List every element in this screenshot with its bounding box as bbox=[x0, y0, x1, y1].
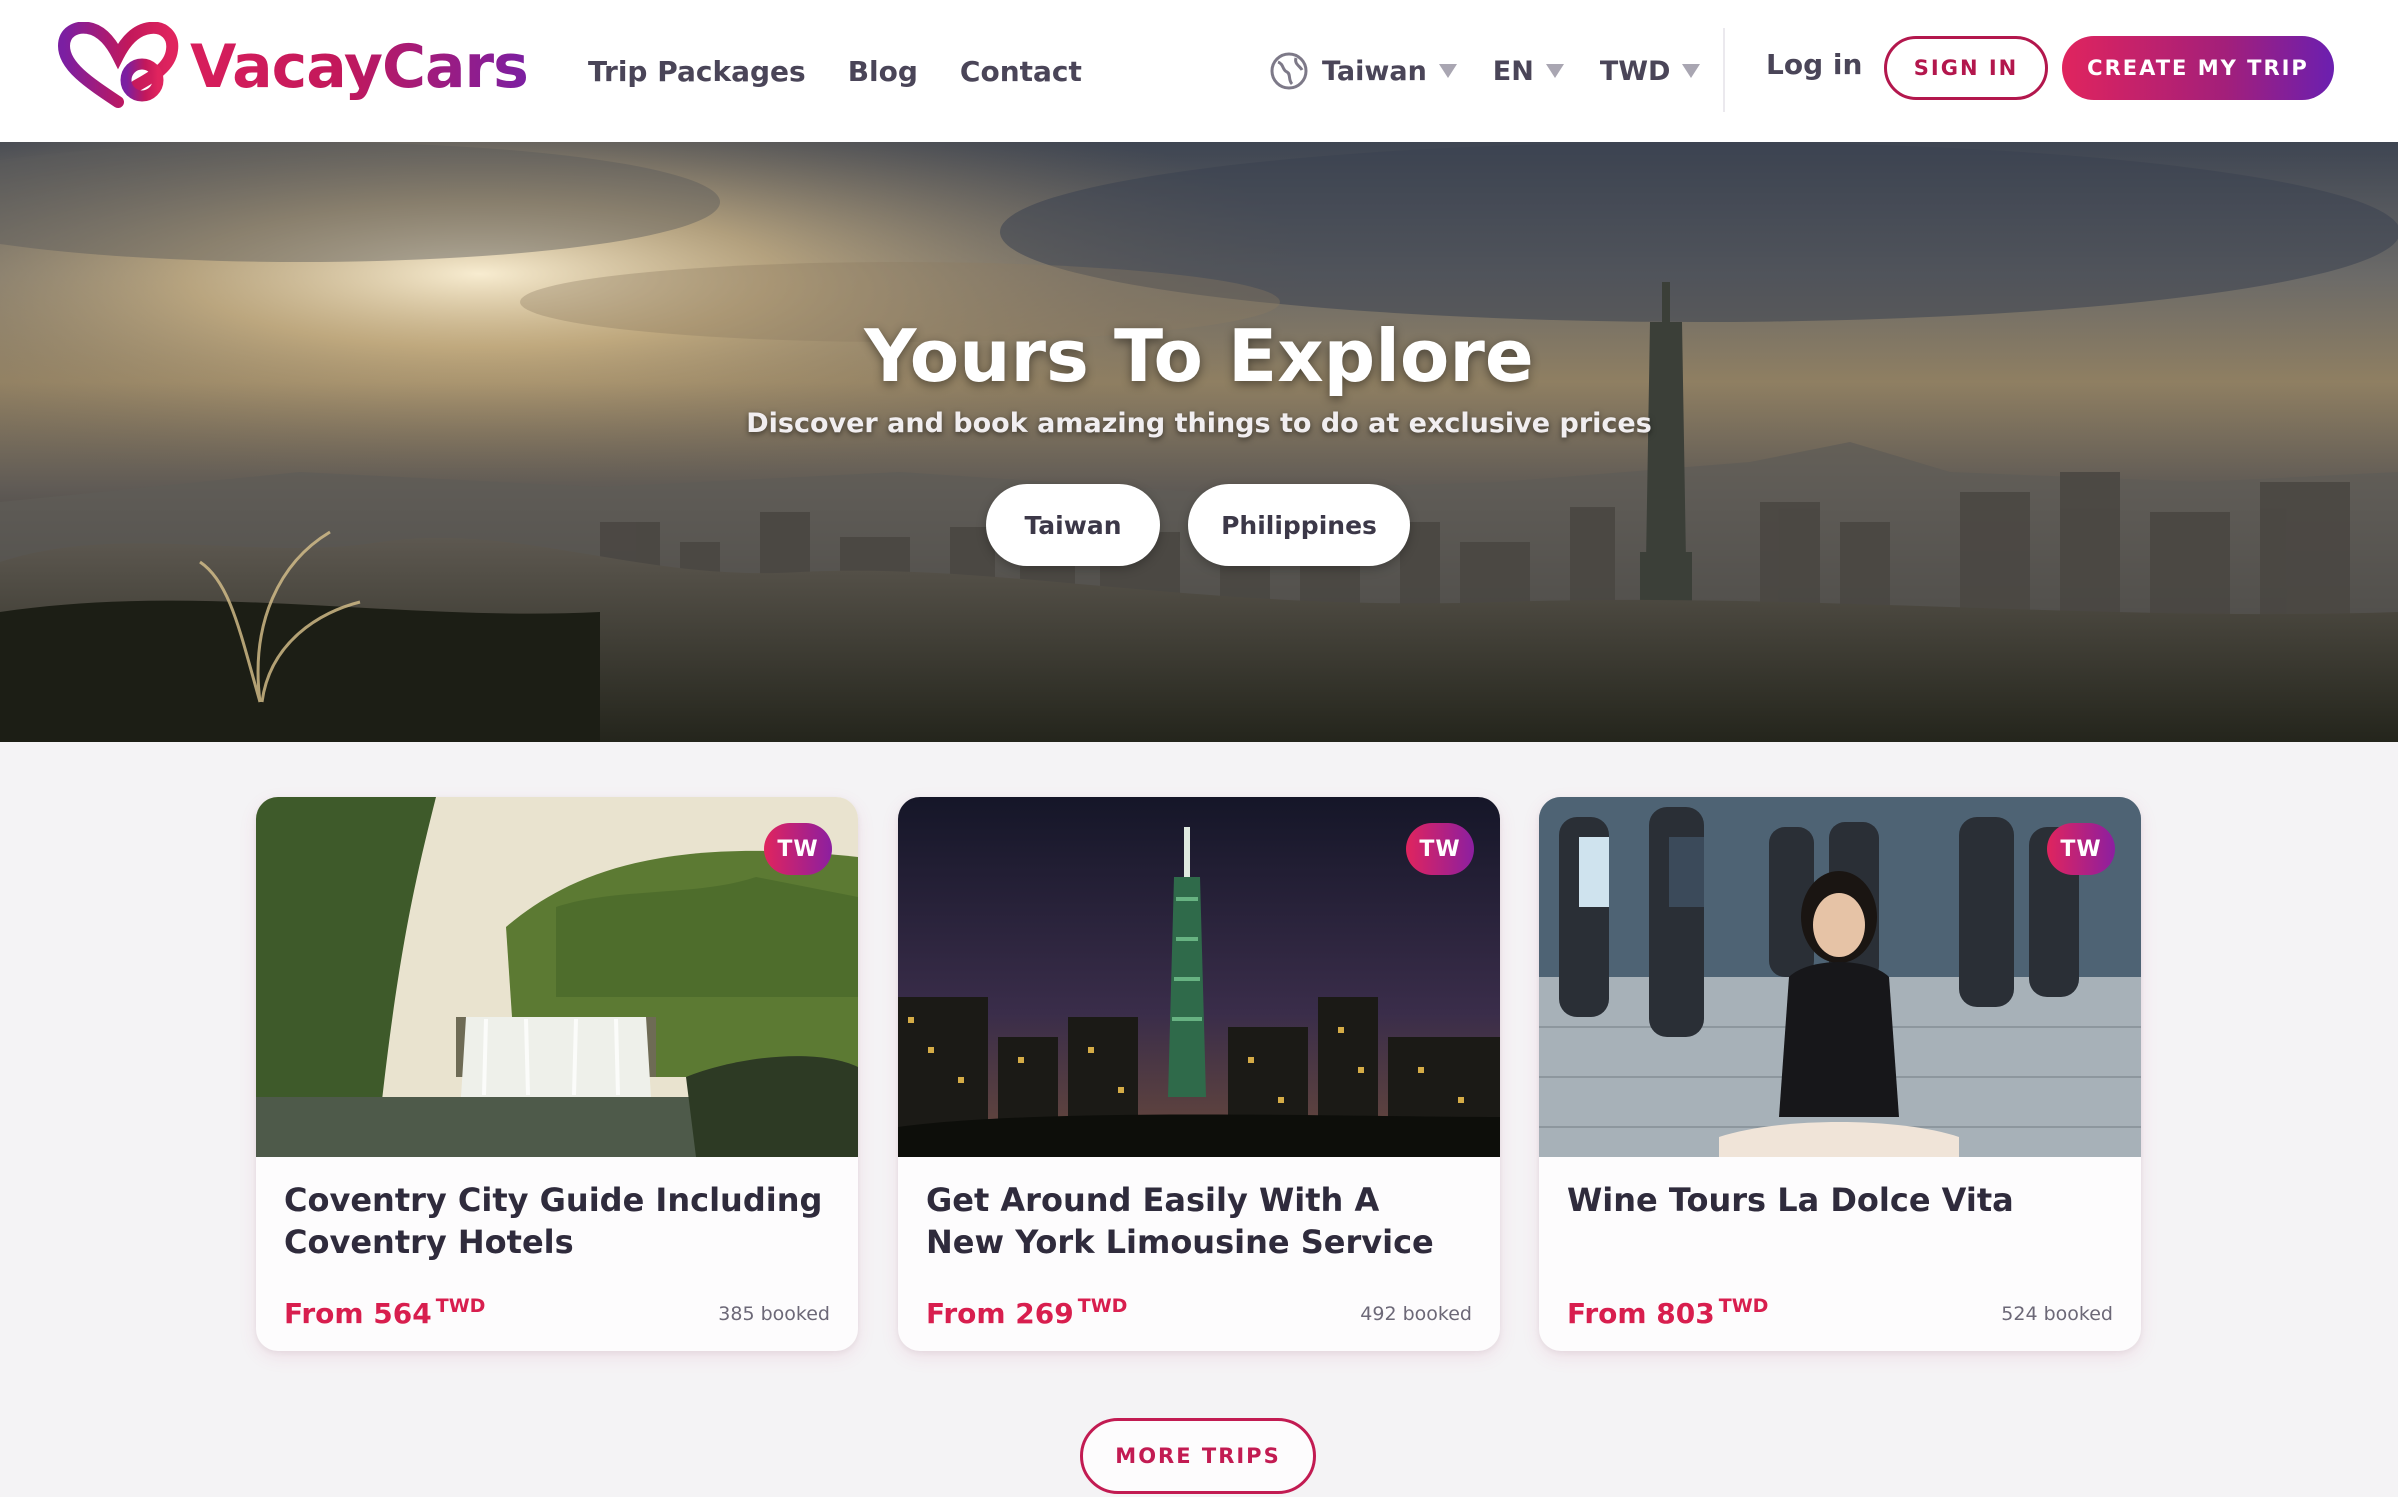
trip-card-booked-count: 524 booked bbox=[2001, 1303, 2113, 1325]
brand-logo[interactable]: VacayCars bbox=[58, 22, 529, 112]
main-nav: Trip Packages Blog Contact bbox=[588, 0, 1082, 142]
trip-card-title[interactable]: Get Around Easily With A New York Limous… bbox=[926, 1179, 1466, 1263]
country-select-value: Taiwan bbox=[1322, 55, 1427, 87]
country-select[interactable]: Taiwan bbox=[1268, 50, 1457, 92]
header-divider bbox=[1723, 28, 1725, 112]
caret-down-icon bbox=[1682, 64, 1701, 78]
create-my-trip-button[interactable]: CREATE MY TRIP bbox=[2062, 36, 2334, 100]
sign-in-button[interactable]: SIGN IN bbox=[1884, 36, 2048, 100]
taiwan-destination-button[interactable]: Taiwan bbox=[986, 484, 1160, 566]
country-badge: TW bbox=[1406, 823, 1474, 875]
caret-down-icon bbox=[1545, 64, 1564, 78]
waterfall-photo: TW bbox=[256, 797, 858, 1157]
trip-card-title[interactable]: Wine Tours La Dolce Vita bbox=[1567, 1179, 2107, 1221]
more-trips-button[interactable]: MORE TRIPS bbox=[1080, 1418, 1316, 1494]
globe-icon bbox=[1270, 52, 1308, 90]
trip-card-price: From 803 TWD bbox=[1567, 1295, 1768, 1330]
trip-card[interactable]: TW Wine Tours La Dolce Vita From 803 TWD … bbox=[1539, 797, 2141, 1351]
language-select-value: EN bbox=[1492, 55, 1534, 87]
trip-card-price-currency: TWD bbox=[435, 1295, 486, 1317]
trip-card[interactable]: TW Coventry City Guide Including Coventr… bbox=[256, 797, 858, 1351]
currency-select-value: TWD bbox=[1599, 55, 1671, 87]
hero-city-skyline-image bbox=[0, 142, 2398, 742]
top-header: VacayCars Trip Packages Blog Contact Tai… bbox=[0, 0, 2398, 142]
trip-card-price-currency: TWD bbox=[1718, 1295, 1769, 1317]
country-badge: TW bbox=[2047, 823, 2115, 875]
nav-blog[interactable]: Blog bbox=[848, 55, 918, 88]
philippines-destination-button[interactable]: Philippines bbox=[1188, 484, 1410, 566]
nav-trip-packages[interactable]: Trip Packages bbox=[588, 55, 806, 88]
hero-banner: Yours To Explore Discover and book amazi… bbox=[0, 142, 2398, 742]
trip-card-price-amount: From 803 bbox=[1567, 1297, 1715, 1330]
nav-contact[interactable]: Contact bbox=[960, 55, 1082, 88]
trip-card-price: From 564 TWD bbox=[284, 1295, 485, 1330]
trip-card-price: From 269 TWD bbox=[926, 1295, 1127, 1330]
country-badge: TW bbox=[764, 823, 832, 875]
trip-card-price-amount: From 269 bbox=[926, 1297, 1074, 1330]
woman-street-photo: TW bbox=[1539, 797, 2141, 1157]
caret-down-icon bbox=[1438, 64, 1457, 78]
currency-select[interactable]: TWD bbox=[1600, 56, 1701, 87]
language-select[interactable]: EN bbox=[1493, 56, 1564, 87]
trip-card-price-amount: From 564 bbox=[284, 1297, 432, 1330]
heart-logo-icon bbox=[58, 22, 179, 108]
hero-subtitle: Discover and book amazing things to do a… bbox=[746, 408, 1652, 439]
locale-selectors: Taiwan EN TWD bbox=[1268, 0, 1736, 142]
taipei-night-photo: TW bbox=[898, 797, 1500, 1157]
trip-card-booked-count: 492 booked bbox=[1360, 1303, 1472, 1325]
trip-card-title[interactable]: Coventry City Guide Including Coventry H… bbox=[284, 1179, 824, 1263]
trip-card[interactable]: TW Get Around Easily With A New York Lim… bbox=[898, 797, 1500, 1351]
hero-title: Yours To Explore bbox=[864, 314, 1534, 398]
brand-name: VacayCars bbox=[190, 32, 529, 102]
login-link[interactable]: Log in bbox=[1766, 48, 1862, 81]
trip-card-booked-count: 385 booked bbox=[718, 1303, 830, 1325]
trip-card-price-currency: TWD bbox=[1077, 1295, 1128, 1317]
